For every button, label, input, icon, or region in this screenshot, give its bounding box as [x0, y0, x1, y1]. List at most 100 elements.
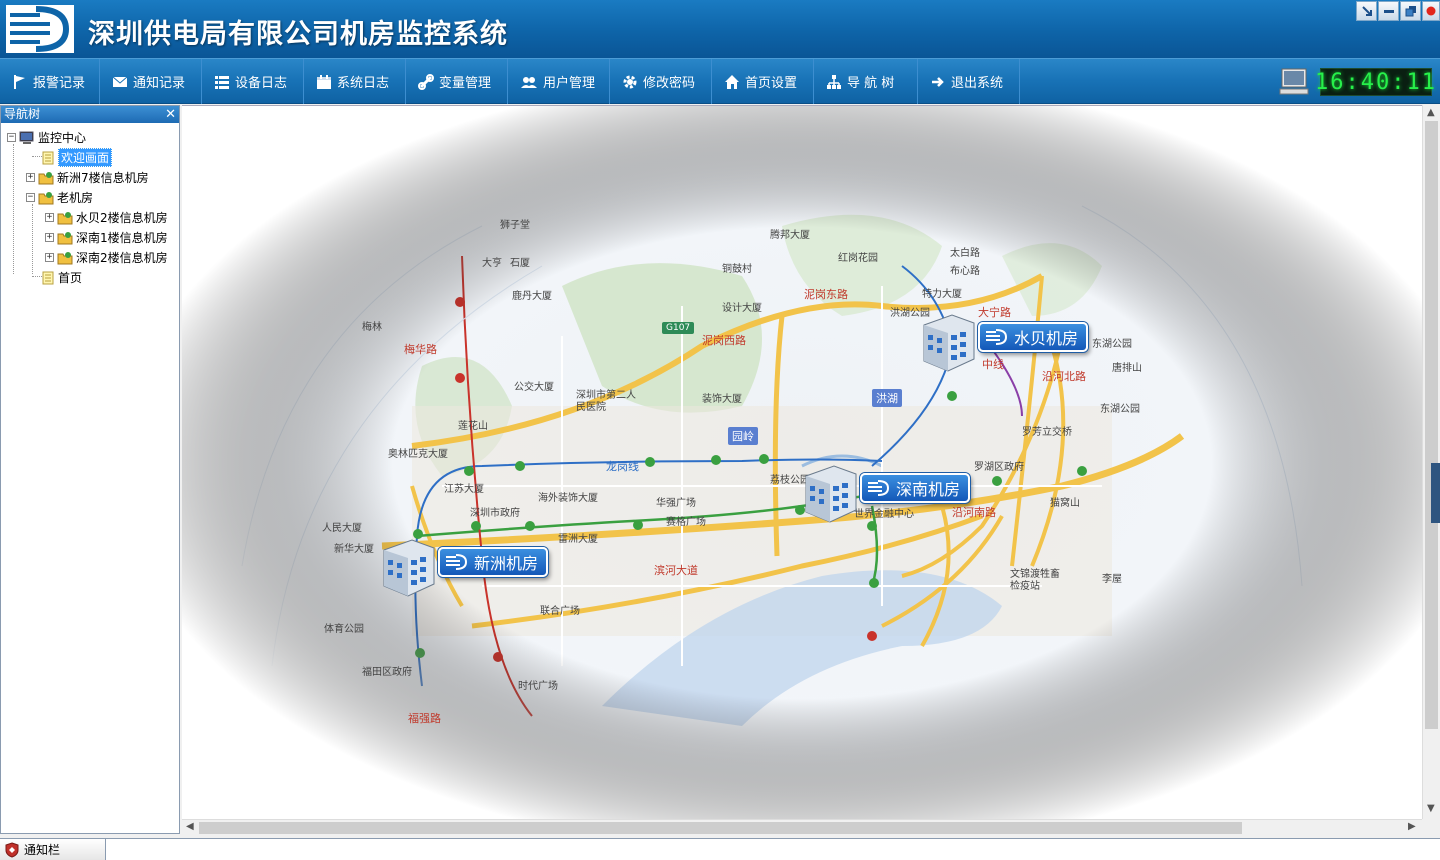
- map-place-label: 梅林: [362, 322, 382, 333]
- expand-icon[interactable]: +: [45, 213, 54, 222]
- change-password-button[interactable]: 修改密码: [610, 59, 712, 104]
- notice-records-button[interactable]: 通知记录: [100, 59, 202, 104]
- document-icon: [42, 151, 54, 164]
- map-place-label: 赛格广场: [666, 517, 706, 528]
- map-road-label: 中线: [982, 358, 1004, 371]
- expand-icon[interactable]: +: [45, 233, 54, 242]
- map-road-label: 福强路: [408, 712, 441, 725]
- close-button[interactable]: [1422, 1, 1440, 21]
- vertical-scroll-thumb[interactable]: [1425, 121, 1438, 729]
- notice-bar-tab[interactable]: 通知栏: [0, 839, 106, 860]
- map-place-label: 莲花山: [458, 421, 488, 432]
- map-place-label: 腾邦大厦: [770, 230, 810, 241]
- tree-item-monitor-center[interactable]: − 监控中心: [7, 128, 86, 147]
- scroll-up-icon[interactable]: ▲: [1427, 107, 1435, 118]
- title-bar: 深圳供电局有限公司机房监控系统: [0, 0, 1440, 58]
- folder-network-icon: [57, 231, 73, 244]
- folder-network-icon: [38, 191, 54, 204]
- map-place-label: 罗芳立交桥: [1022, 427, 1072, 438]
- collapse-icon[interactable]: −: [26, 193, 35, 202]
- tree-item-shuibei-room[interactable]: + 水贝2楼信息机房: [45, 208, 168, 227]
- expand-icon[interactable]: +: [26, 173, 35, 182]
- clock-time: 16:40:11: [1315, 69, 1437, 95]
- room-label-shuibei[interactable]: 水贝机房: [978, 322, 1089, 352]
- map-place-label: 罗湖区政府: [974, 462, 1024, 473]
- map-place-label: 新华大厦: [334, 544, 374, 555]
- system-log-button[interactable]: 系统日志: [304, 59, 406, 104]
- map-place-label: 鹿丹大厦: [512, 291, 552, 302]
- scroll-right-icon[interactable]: ▶: [1408, 821, 1416, 832]
- device-log-button[interactable]: 设备日志: [202, 59, 304, 104]
- expand-icon[interactable]: +: [45, 253, 54, 262]
- tree-item-xinzhou-room[interactable]: + 新洲7楼信息机房: [26, 168, 149, 187]
- user-management-button[interactable]: 用户管理: [508, 59, 610, 104]
- highway-badge: G107: [662, 322, 695, 334]
- tree-item-welcome-screen[interactable]: 欢迎画面: [41, 148, 113, 167]
- restore-icon: [1405, 6, 1416, 17]
- horizontal-scroll-thumb[interactable]: [199, 822, 1242, 834]
- nav-panel-header: 导航树 ✕: [1, 106, 179, 123]
- map-place-label: 雷洲大厦: [558, 534, 598, 545]
- monitor-icon[interactable]: [1278, 65, 1310, 97]
- alarm-records-button[interactable]: 报警记录: [0, 59, 100, 104]
- homepage-settings-button[interactable]: 首页设置: [712, 59, 814, 104]
- map-place-label: 体育公园: [324, 624, 364, 635]
- navigation-tree-panel: 导航树 ✕ − 监控中心 欢迎画面 + 新洲7楼信息机房 − 老机房 + 水贝2…: [0, 105, 180, 834]
- scroll-left-icon[interactable]: ◀: [186, 821, 194, 832]
- computer-icon: [19, 131, 34, 144]
- map-district-label: 洪湖: [872, 389, 902, 407]
- minimize-button[interactable]: [1378, 1, 1399, 21]
- map-place-label: 猫窝山: [1050, 498, 1080, 509]
- nav-panel-close-icon[interactable]: ✕: [165, 106, 176, 123]
- variable-management-button[interactable]: 变量管理: [406, 59, 508, 104]
- home-icon: [725, 74, 739, 89]
- map-place-label: 公交大厦: [514, 382, 554, 393]
- company-logo-icon: [868, 480, 890, 496]
- building-icon[interactable]: [378, 536, 438, 598]
- tree-icon: [827, 74, 841, 89]
- vertical-scrollbar[interactable]: ▲ ▼: [1422, 105, 1440, 819]
- company-logo-icon: [6, 5, 74, 53]
- map-view[interactable]: 狮子堂 梅林 石厦 大亨 铜鼓村 鹿丹大厦 设计大厦 红岗花园 腾邦大厦 太白路…: [182, 105, 1422, 819]
- folder-network-icon: [38, 171, 54, 184]
- collapse-icon[interactable]: −: [7, 133, 16, 142]
- map-place-label: 江苏大厦: [444, 484, 484, 495]
- tree-item-shennan1-room[interactable]: + 深南1楼信息机房: [45, 228, 168, 247]
- maximize-button[interactable]: [1400, 1, 1421, 21]
- main-toolbar: 报警记录 通知记录 设备日志 系统日志 变量管理 用户管理 修改密码 首页设置 …: [0, 58, 1440, 104]
- room-label-xinzhou[interactable]: 新洲机房: [438, 547, 549, 577]
- map-road-label: 沿河北路: [1042, 370, 1086, 383]
- navigation-tree-button[interactable]: 导 航 树: [814, 59, 918, 104]
- tree-item-homepage[interactable]: 首页: [41, 268, 82, 287]
- company-logo-icon: [446, 554, 468, 570]
- map-place-label: 人民大厦: [322, 523, 362, 534]
- building-icon[interactable]: [918, 311, 978, 373]
- map-place-label: 太白路: [950, 248, 980, 259]
- building-icon[interactable]: [800, 462, 860, 524]
- tree-item-shennan2-room[interactable]: + 深南2楼信息机房: [45, 248, 168, 267]
- scroll-down-icon[interactable]: ▼: [1427, 803, 1435, 814]
- shrink-window-button[interactable]: [1356, 1, 1377, 21]
- map-place-label: 文锦渡牲畜检疫站: [1010, 569, 1060, 592]
- map-road-label: 滨河大道: [654, 564, 698, 577]
- document-icon: [42, 271, 54, 284]
- arrow-down-right-icon: [1361, 6, 1372, 16]
- tree-item-old-rooms[interactable]: − 老机房: [26, 188, 93, 207]
- calendar-icon: [317, 74, 331, 89]
- shield-icon: [5, 841, 19, 858]
- app-title: 深圳供电局有限公司机房监控系统: [88, 19, 508, 50]
- flag-icon: [14, 74, 25, 89]
- side-grip-handle[interactable]: [1431, 463, 1440, 523]
- map-place-label: 福田区政府: [362, 667, 412, 678]
- map-place-label: 世界金融中心: [854, 509, 914, 520]
- company-logo-icon: [986, 329, 1008, 345]
- envelope-icon: [112, 76, 128, 87]
- exit-arrow-icon: [932, 76, 944, 87]
- map-road-label: 龙岗线: [606, 460, 639, 473]
- exit-system-button[interactable]: 退出系统: [918, 59, 1020, 104]
- map-place-label: 深圳市第二人民医院: [576, 390, 636, 413]
- map-district-label: 园岭: [728, 427, 758, 445]
- map-place-label: 设计大厦: [722, 303, 762, 314]
- room-label-shennan[interactable]: 深南机房: [860, 473, 971, 503]
- horizontal-scrollbar[interactable]: ◀ ▶: [182, 819, 1422, 835]
